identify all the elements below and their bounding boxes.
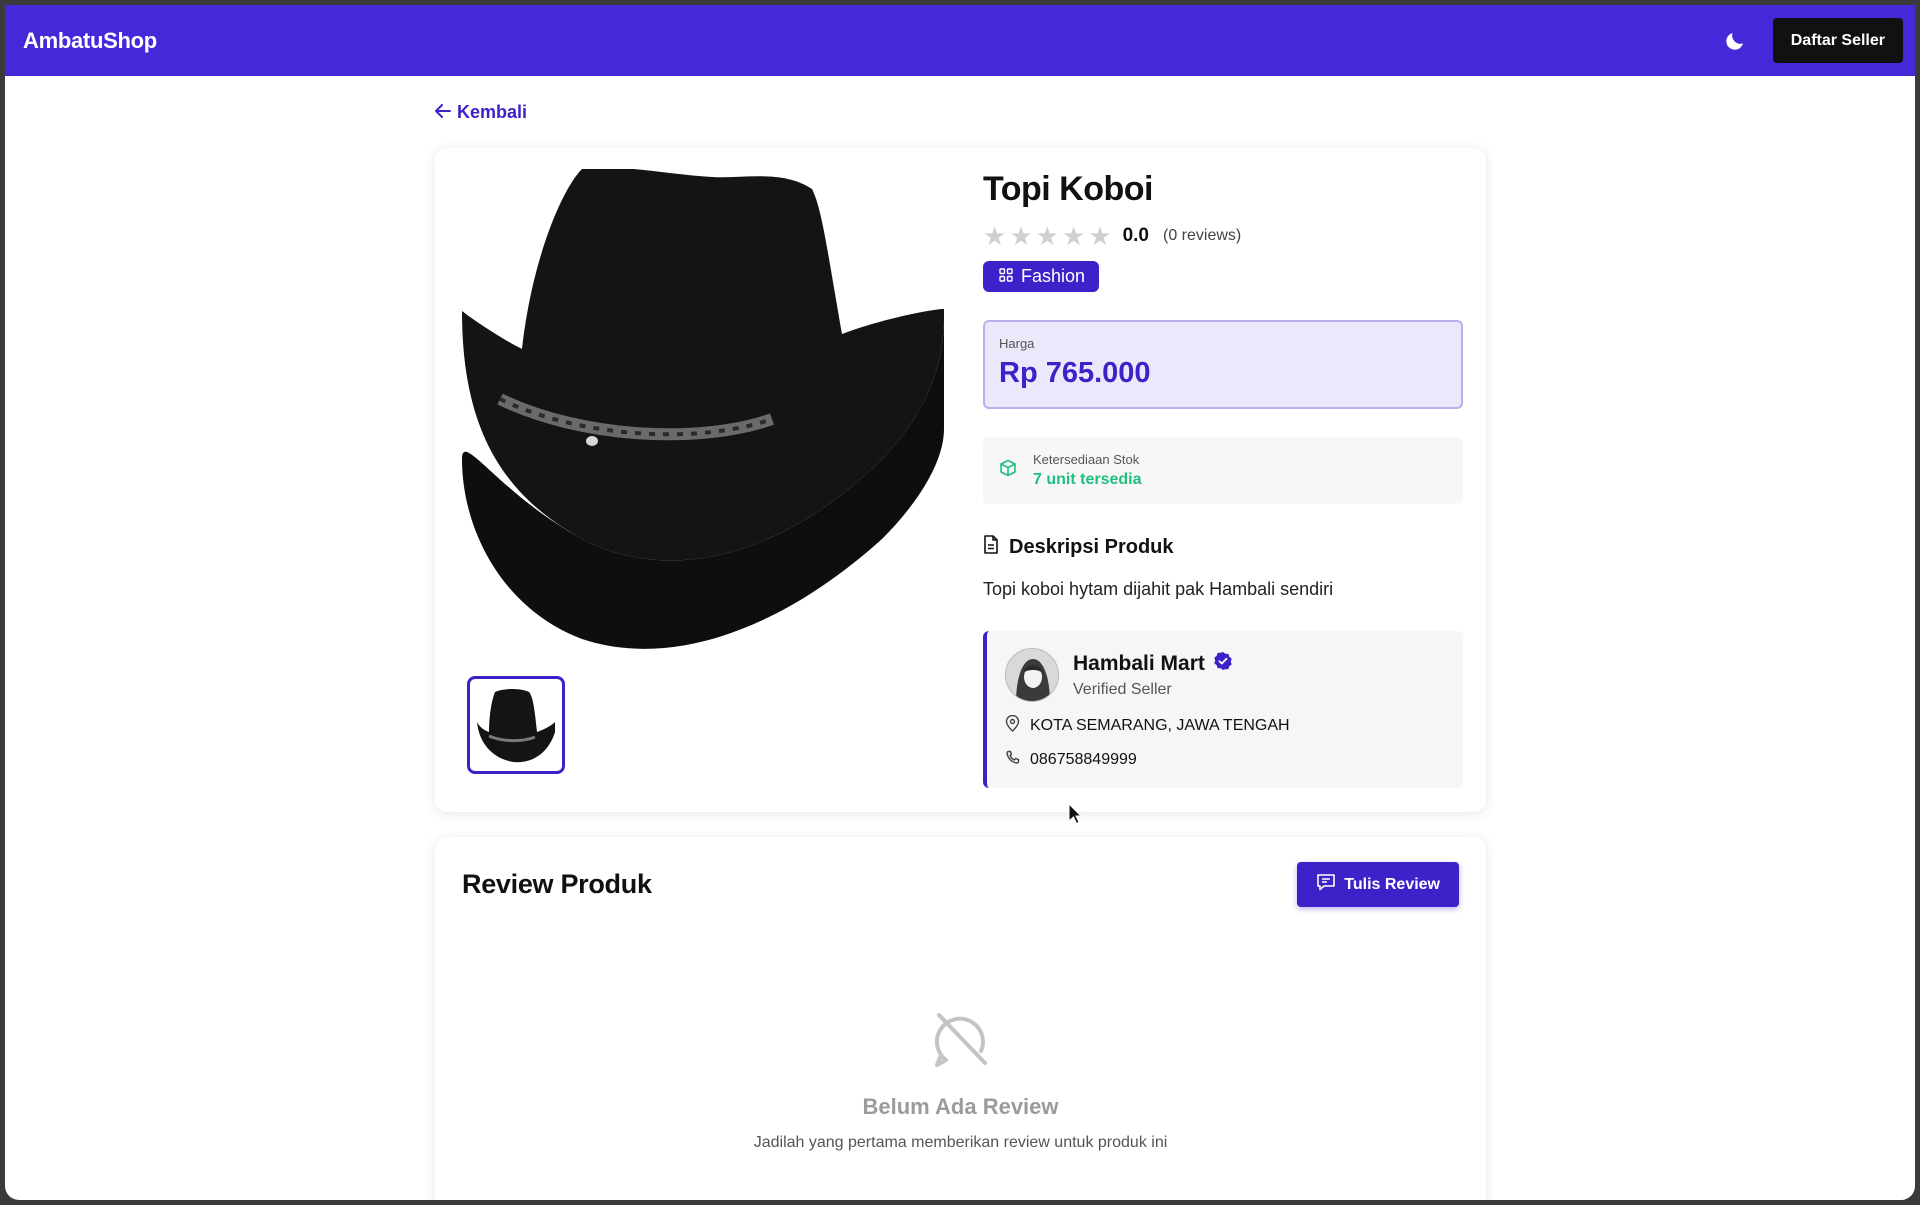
stock-label: Ketersediaan Stok [1033,452,1140,467]
document-icon [983,535,999,559]
category-badge[interactable]: Fashion [983,261,1100,292]
star-icon: ★ [983,221,1007,251]
seller-card[interactable]: Hambali Mart Verified Seller KOTA SEMARA… [983,631,1463,788]
seller-location: KOTA SEMARANG, JAWA TENGAH [1005,714,1445,737]
phone-icon [1005,750,1020,770]
stock-value: 7 unit tersedia [1033,471,1142,488]
package-icon [999,459,1017,482]
avatar[interactable] [1005,648,1059,702]
review-section-title: Review Produk [462,869,652,899]
register-seller-button[interactable]: Daftar Seller [1772,18,1903,63]
back-link-label: Kembali [457,102,528,122]
top-navbar: AmbatuShop Daftar Seller [5,5,1915,76]
description-title: Deskripsi Produk [1009,535,1174,558]
description-header: Deskripsi Produk [983,535,1463,559]
price-label: Harga [999,336,1035,351]
seller-location-text: KOTA SEMARANG, JAWA TENGAH [1030,717,1290,734]
product-info: Topi Koboi ★ ★ ★ ★ ★ 0.0 (0 reviews) Fas… [983,170,1463,788]
empty-reviews-title: Belum Ada Review [862,1094,1059,1119]
rating-stars: ★ ★ ★ ★ ★ [983,223,1112,249]
product-main-image[interactable] [462,169,944,651]
description-text: Topi koboi hytam dijahit pak Hambali sen… [983,579,1334,599]
seller-phone-text[interactable]: 086758849999 [1030,751,1137,769]
price-box: Harga Rp 765.000 [983,320,1463,409]
message-icon [1316,873,1336,896]
empty-reviews-subtitle: Jadilah yang pertama memberikan review u… [753,1134,1168,1151]
review-section: Review Produk Tulis Review Belum Ada Rev… [435,837,1486,1200]
navbar-actions: Daftar Seller [1722,18,1903,63]
verified-badge-icon [1213,651,1233,676]
seller-status: Verified Seller [1073,681,1172,698]
category-label: Fashion [1021,266,1086,286]
star-icon: ★ [1009,221,1033,251]
empty-reviews: Belum Ada Review Jadilah yang pertama me… [435,1007,1486,1152]
back-link[interactable]: Kembali [435,102,527,123]
write-review-button[interactable]: Tulis Review [1297,862,1459,907]
rating-value: 0.0 [1122,225,1149,246]
product-thumbnail[interactable] [467,676,565,774]
price-value: Rp 765.000 [999,357,1151,389]
product-card: Topi Koboi ★ ★ ★ ★ ★ 0.0 (0 reviews) Fas… [435,148,1486,812]
review-count: (0 reviews) [1162,227,1242,244]
seller-phone: 086758849999 [1005,750,1445,770]
arrow-left-icon [435,102,451,123]
grid-icon [999,266,1013,287]
browser-window: AmbatuShop Daftar Seller Kembali Topi Ko… [5,5,1915,1200]
star-icon: ★ [1035,221,1059,251]
star-icon: ★ [1061,221,1086,251]
write-review-label: Tulis Review [1344,875,1440,893]
mouse-cursor-icon [1068,802,1083,830]
no-comments-icon [929,1007,993,1076]
map-pin-icon [1005,714,1020,737]
rating-row: ★ ★ ★ ★ ★ 0.0 (0 reviews) [983,223,1463,249]
seller-name[interactable]: Hambali Mart [1073,652,1205,676]
stock-box: Ketersediaan Stok 7 unit tersedia [983,437,1463,504]
star-icon: ★ [1088,221,1112,251]
moon-icon[interactable] [1722,28,1748,54]
product-title: Topi Koboi [983,170,1153,208]
brand-logo[interactable]: AmbatuShop [23,28,157,54]
